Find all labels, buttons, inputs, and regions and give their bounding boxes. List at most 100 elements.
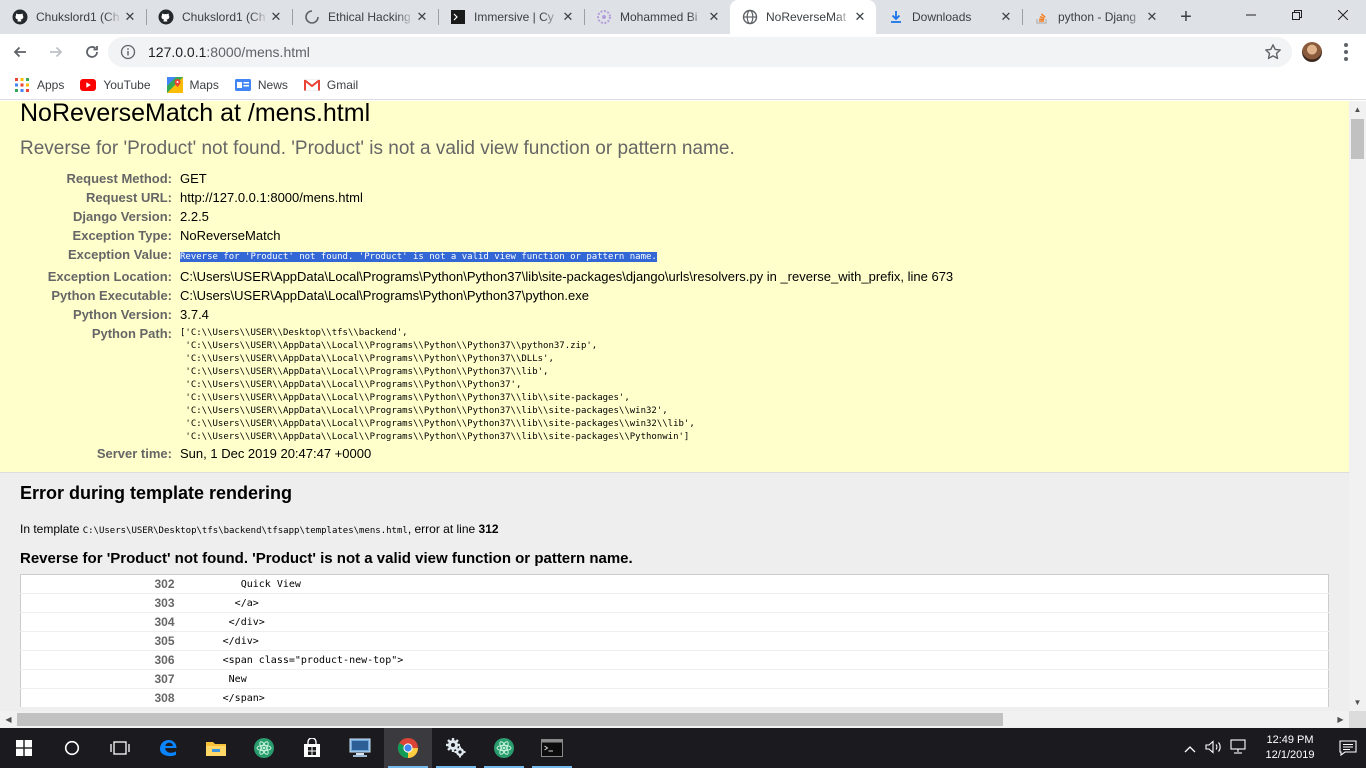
- url-path: :8000/mens.html: [206, 44, 310, 60]
- bookmark-youtube[interactable]: YouTube: [80, 77, 151, 93]
- tab-noreversematch[interactable]: NoReverseMat ✕: [730, 0, 876, 34]
- tab-stackoverflow[interactable]: python - Djang ✕: [1022, 0, 1168, 34]
- close-icon[interactable]: ✕: [122, 9, 138, 25]
- notification-center-icon[interactable]: [1330, 740, 1366, 756]
- tab-mohammed[interactable]: Mohammed Bi ✕: [584, 0, 730, 34]
- error-at-line-text: , error at line: [407, 522, 479, 536]
- stackoverflow-icon: [1034, 9, 1050, 25]
- back-icon[interactable]: [4, 36, 36, 68]
- bookmark-maps[interactable]: Maps: [166, 76, 219, 93]
- meta-row: Django Version: 2.2.5: [20, 207, 953, 226]
- line-code: </div>: [180, 616, 265, 628]
- page-title: NoReverseMatch at /mens.html: [20, 101, 371, 127]
- search-icon[interactable]: [48, 728, 96, 768]
- gmail-icon: [303, 77, 320, 93]
- bookmark-star-icon[interactable]: [1264, 43, 1282, 64]
- horizontal-scroll-thumb[interactable]: [17, 713, 1003, 726]
- cmd-icon[interactable]: [528, 728, 576, 768]
- line-code: Quick View: [180, 578, 301, 590]
- line-code: New: [180, 673, 247, 685]
- atom-icon[interactable]: [240, 728, 288, 768]
- file-explorer-icon[interactable]: [192, 728, 240, 768]
- window-controls: [1228, 0, 1366, 30]
- profile-avatar[interactable]: [1302, 42, 1322, 62]
- close-icon[interactable]: ✕: [414, 9, 430, 25]
- tab-downloads[interactable]: Downloads ✕: [876, 0, 1022, 34]
- new-tab-button[interactable]: +: [1172, 0, 1200, 34]
- close-icon[interactable]: ✕: [706, 9, 722, 25]
- tab-title: Chukslord1 (Ch: [182, 10, 266, 24]
- meta-row: Python Version: 3.7.4: [20, 305, 953, 324]
- source-line: 305 </div>: [20, 632, 1329, 651]
- tab-immersive[interactable]: Immersive | Cy ✕: [438, 0, 584, 34]
- in-template-prefix: In template: [20, 522, 83, 536]
- line-code: </div>: [180, 635, 259, 647]
- page-subtitle: Reverse for 'Product' not found. 'Produc…: [20, 138, 735, 159]
- forward-icon[interactable]: [40, 36, 72, 68]
- atom-icon[interactable]: [480, 728, 528, 768]
- line-number: 306: [154, 653, 175, 667]
- meta-value: Reverse for 'Product' not found. 'Produc…: [180, 245, 953, 267]
- scroll-up-icon[interactable]: ▲: [1349, 101, 1366, 118]
- meta-value: C:\Users\USER\AppData\Local\Programs\Pyt…: [180, 288, 589, 303]
- line-number: 303: [154, 596, 175, 610]
- scroll-left-icon[interactable]: ◀: [0, 711, 17, 728]
- close-icon[interactable]: ✕: [1144, 9, 1160, 25]
- maps-icon: [166, 76, 183, 93]
- edge-icon[interactable]: [144, 728, 192, 768]
- taskbar-clock[interactable]: 12:49 PM 12/1/2019: [1250, 733, 1330, 763]
- tab-title: Ethical Hacking: [328, 10, 411, 24]
- source-line: 306 <span class="product-new-top">: [20, 651, 1329, 670]
- close-icon[interactable]: ✕: [560, 9, 576, 25]
- close-window-icon[interactable]: [1320, 0, 1366, 30]
- chevron-up-icon[interactable]: [1178, 741, 1202, 756]
- remote-desktop-icon[interactable]: [336, 728, 384, 768]
- meta-label: Exception Location:: [47, 269, 172, 284]
- start-icon[interactable]: [0, 728, 48, 768]
- horizontal-scrollbar[interactable]: ◀ ▶: [0, 711, 1349, 728]
- volume-icon[interactable]: [1202, 739, 1226, 757]
- template-location: In template C:\Users\USER\Desktop\tfs\ba…: [20, 522, 1329, 536]
- tab-github-2[interactable]: Chukslord1 (Ch ✕: [146, 0, 292, 34]
- meta-label: Exception Value:: [67, 247, 172, 262]
- line-code: </a>: [180, 597, 259, 609]
- bookmark-apps[interactable]: Apps: [14, 77, 64, 93]
- store-icon[interactable]: [288, 728, 336, 768]
- bookmarks-bar: Apps YouTube Maps News Gmail: [0, 70, 1366, 100]
- meta-label: Python Path:: [91, 326, 172, 341]
- settings-gear-icon[interactable]: [432, 728, 480, 768]
- source-line: 308 </span>: [20, 689, 1329, 708]
- meta-value: http://127.0.0.1:8000/mens.html: [180, 190, 363, 205]
- vertical-scroll-thumb[interactable]: [1351, 119, 1364, 159]
- vertical-scrollbar[interactable]: ▲ ▼: [1349, 101, 1366, 711]
- bookmark-label: Gmail: [326, 77, 359, 92]
- bookmark-news[interactable]: News: [234, 77, 288, 93]
- close-icon[interactable]: ✕: [852, 9, 868, 25]
- line-number: 307: [154, 672, 175, 686]
- bookmark-gmail[interactable]: Gmail: [303, 77, 359, 93]
- close-icon[interactable]: ✕: [998, 9, 1014, 25]
- meta-value: Sun, 1 Dec 2019 20:47:47 +0000: [180, 446, 372, 461]
- tab-github-1[interactable]: Chukslord1 (Ch ✕: [0, 0, 146, 34]
- network-icon[interactable]: [1226, 738, 1250, 758]
- tab-title: Immersive | Cy: [474, 10, 554, 24]
- tab-ethical-hacking[interactable]: Ethical Hacking ✕: [292, 0, 438, 34]
- close-icon[interactable]: ✕: [268, 9, 284, 25]
- chrome-icon[interactable]: [384, 728, 432, 768]
- minimize-icon[interactable]: [1228, 0, 1274, 30]
- scroll-down-icon[interactable]: ▼: [1349, 694, 1366, 711]
- task-view-icon[interactable]: [96, 728, 144, 768]
- info-icon[interactable]: [120, 44, 136, 60]
- meta-label: Request Method:: [66, 171, 172, 186]
- reload-icon[interactable]: [76, 36, 108, 68]
- system-tray: 12:49 PM 12/1/2019: [1178, 728, 1366, 768]
- github-icon: [158, 9, 174, 25]
- selected-exception-value[interactable]: Reverse for 'Product' not found. 'Produc…: [180, 252, 657, 262]
- download-icon: [888, 9, 904, 25]
- menu-icon[interactable]: [1336, 42, 1356, 62]
- scrollbar-corner: [1349, 711, 1366, 728]
- address-bar[interactable]: 127.0.0.1:8000/mens.html: [108, 37, 1292, 67]
- scroll-right-icon[interactable]: ▶: [1332, 711, 1349, 728]
- restore-icon[interactable]: [1274, 0, 1320, 30]
- source-line: 302 Quick View: [20, 575, 1329, 594]
